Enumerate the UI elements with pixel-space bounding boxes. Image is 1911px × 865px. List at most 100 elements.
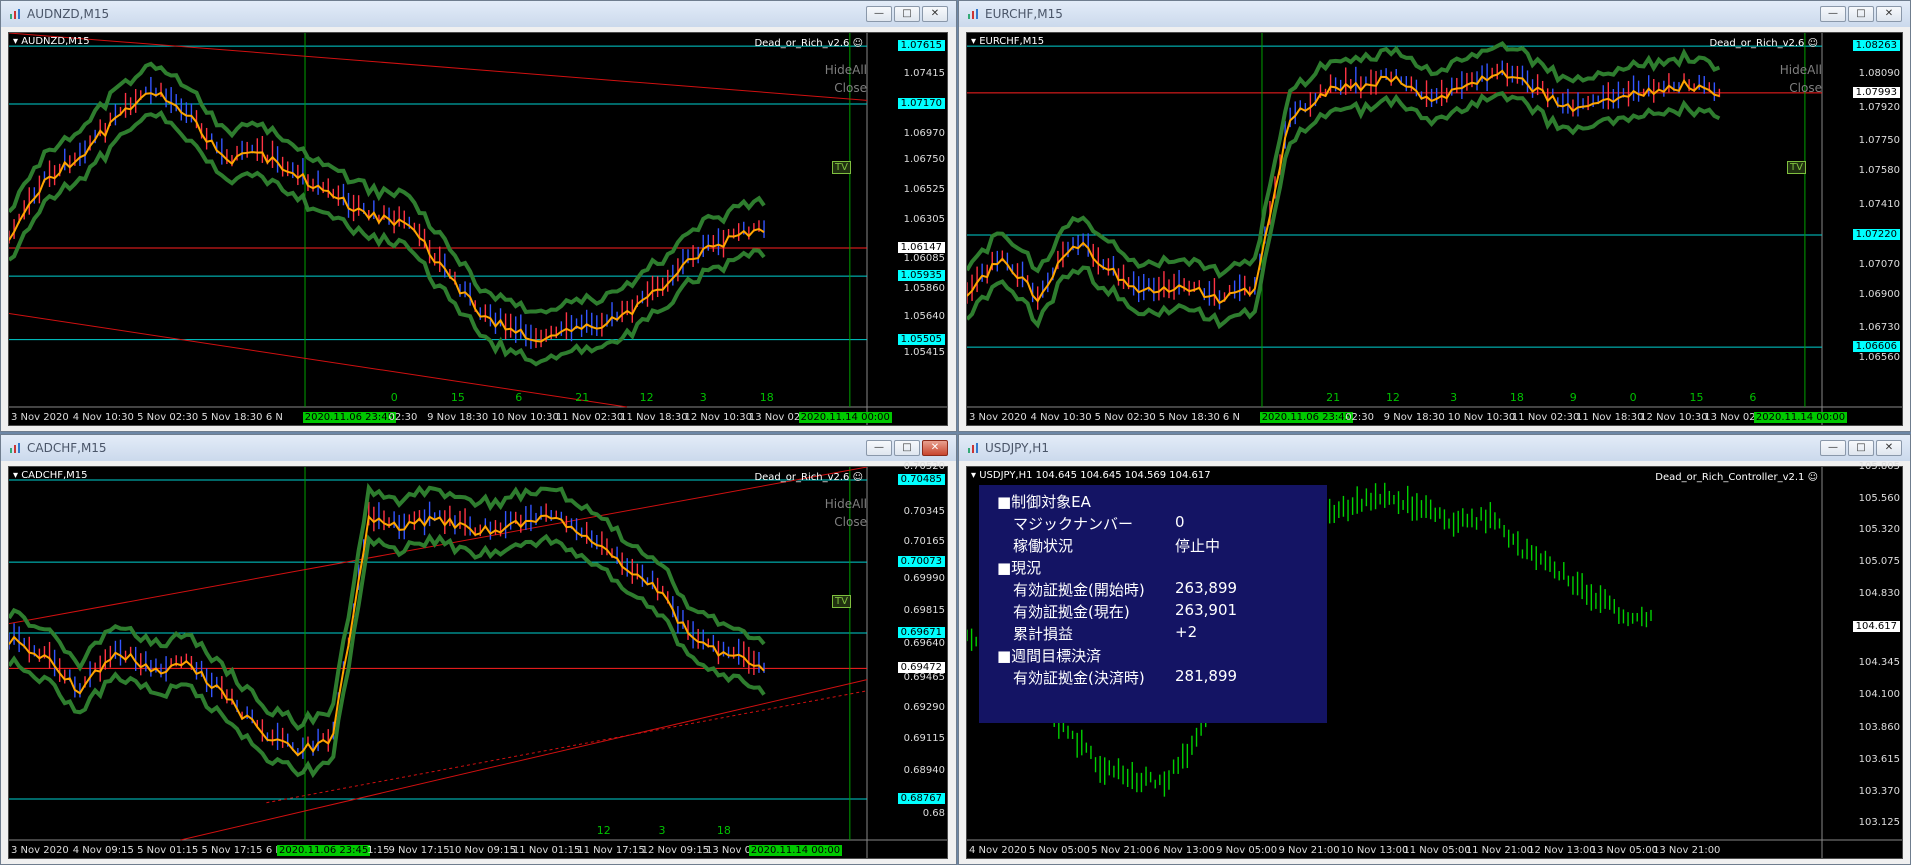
session-mark: 21 [1326,391,1341,404]
time-label: 2020.11.06 23:45 [1259,412,1353,423]
tv-button[interactable]: TV [832,595,851,608]
time-label: 4 Nov 10:30 [72,412,134,423]
price-label: 105.805 [1858,461,1900,472]
time-label: 5 Nov 21:00 [1091,845,1153,856]
time-label: 5 Nov 01:15 [137,845,199,856]
title-bar[interactable]: CADCHF,M15 — □ ✕ [1,435,956,461]
price-label: 1.06147 [897,242,945,254]
equity-target-label: 有効証拠金(決済時) [1013,669,1145,687]
equity-start-value: 263,899 [1175,579,1238,597]
price-label: 1.05415 [903,346,945,358]
profit-loss-value: +2 [1175,623,1198,641]
hide-all-button[interactable]: HideAll [825,63,867,77]
price-label: 0.70165 [903,535,945,547]
time-label: 5 Nov 17:15 [201,845,263,856]
close-all-button[interactable]: Close [1789,81,1822,95]
price-label: 1.07170 [897,98,945,110]
time-label: 4 Nov 10:30 [1030,412,1092,423]
price-label: 1.06305 [903,214,945,225]
controller-panel: ■制御対象EA マジックナンバー 0 稼働状況 停止中 ■現況 有効証拠金(開始… [979,485,1327,723]
price-label: 0.70520 [903,461,945,472]
time-label: 9 Nov 17:15 [388,845,450,856]
equity-now-value: 263,901 [1175,601,1238,619]
moving-average-line [9,91,765,343]
time-label: 11 Nov 05:00 [1403,845,1471,856]
maximize-button[interactable]: □ [894,6,920,22]
price-label: 104.100 [1858,688,1900,700]
price-label: 104.830 [1858,587,1900,599]
window-title: AUDNZD,M15 [27,7,110,21]
maximize-button[interactable]: □ [894,440,920,456]
minimize-button[interactable]: — [1820,440,1846,456]
tv-button[interactable]: TV [832,161,851,174]
price-label: 1.06525 [903,184,945,196]
minimize-button[interactable]: — [866,6,892,22]
price-label: 1.05505 [897,333,945,345]
price-label: 1.05935 [897,270,945,282]
price-label: 1.07415 [903,68,945,80]
equity-target-value: 281,899 [1175,667,1238,685]
time-label: 11 Nov 17:15 [577,845,645,856]
magic-number-label: マジックナンバー [1013,515,1134,533]
title-bar[interactable]: EURCHF,M15 — □ ✕ [959,1,1910,27]
hide-all-button[interactable]: HideAll [1780,63,1822,77]
price-label: 0.68940 [903,764,945,776]
close-all-button[interactable]: Close [834,515,867,529]
price-label: 1.06560 [1858,352,1900,364]
time-label: 2020.11.14 00:00 [748,845,843,856]
price-label: 1.06730 [1858,322,1900,334]
title-bar[interactable]: USDJPY,H1 — □ ✕ [959,435,1910,461]
time-label: 5 Nov 18:30 [1158,412,1220,423]
price-label: 0.70073 [897,556,945,568]
price-label: 1.05640 [903,311,945,323]
chart-area[interactable]: ▾ CADCHF,M15 Dead_or_Rich_v2.6 ☺ HideAll Cl… [8,461,948,859]
time-label: 3 Nov 2020 [969,412,1027,423]
chart-area[interactable]: ▾ EURCHF,M15 Dead_or_Rich_v2.6 ☺ HideAll Cl… [966,32,1903,426]
time-label: 3 Nov 2020 [11,845,69,856]
price-label: 1.05860 [903,283,945,295]
ea-name-label: Dead_or_Rich_v2.6 ☺ [1709,38,1818,49]
time-label: 2020.11.14 00:00 [798,412,892,423]
band-line [9,109,766,367]
section-target-ea: ■制御対象EA [997,493,1091,511]
close-button[interactable]: ✕ [922,6,948,22]
price-label: 105.560 [1858,492,1900,504]
price-label: 1.07580 [1858,165,1900,177]
price-label: 1.07220 [1852,228,1900,240]
price-label: 1.08090 [1858,68,1900,80]
price-label: 0.69290 [903,701,945,713]
title-bar[interactable]: AUDNZD,M15 — □ ✕ [1,1,956,27]
chart-icon [968,9,978,19]
time-label: 11 Nov 01:15 [512,845,581,856]
session-mark: 3 [1450,391,1458,404]
price-label: 0.69815 [903,604,945,616]
close-button[interactable]: ✕ [1876,6,1902,22]
close-button[interactable]: ✕ [922,440,948,456]
minimize-button[interactable]: — [866,440,892,456]
hide-all-button[interactable]: HideAll [825,497,867,511]
minimize-button[interactable]: — [1820,6,1846,22]
section-weekly-target: ■週間目標決済 [997,647,1102,665]
close-button[interactable]: ✕ [1876,440,1902,456]
equity-start-label: 有効証拠金(開始時) [1013,581,1145,599]
price-label: 1.06900 [1858,288,1900,300]
price-label: 0.68 [922,807,945,819]
price-label: 105.075 [1858,556,1900,568]
price-label: 0.70485 [897,474,945,486]
maximize-button[interactable]: □ [1848,6,1874,22]
band-line [967,40,1721,279]
close-all-button[interactable]: Close [834,81,867,95]
time-label: 2020.11.06 23:45 [302,412,396,423]
price-label: 103.615 [1858,753,1900,765]
price-label: 1.07920 [1858,101,1900,113]
session-mark: 12 [639,391,654,404]
session-mark: 18 [759,391,774,404]
chart-area[interactable]: ▾ AUDNZD,M15 Dead_or_Rich_v2.6 ☺ HideAll Cl… [8,32,948,426]
maximize-button[interactable]: □ [1848,440,1874,456]
price-label: 0.68767 [897,792,945,804]
time-label: 5 Nov 18:30 [201,412,263,423]
time-label: 5 Nov 02:30 [1094,412,1156,423]
chart-area[interactable]: ■制御対象EA マジックナンバー 0 稼働状況 停止中 ■現況 有効証拠金(開始… [966,461,1903,859]
price-label: 1.07993 [1852,86,1900,98]
tv-button[interactable]: TV [1787,161,1806,174]
